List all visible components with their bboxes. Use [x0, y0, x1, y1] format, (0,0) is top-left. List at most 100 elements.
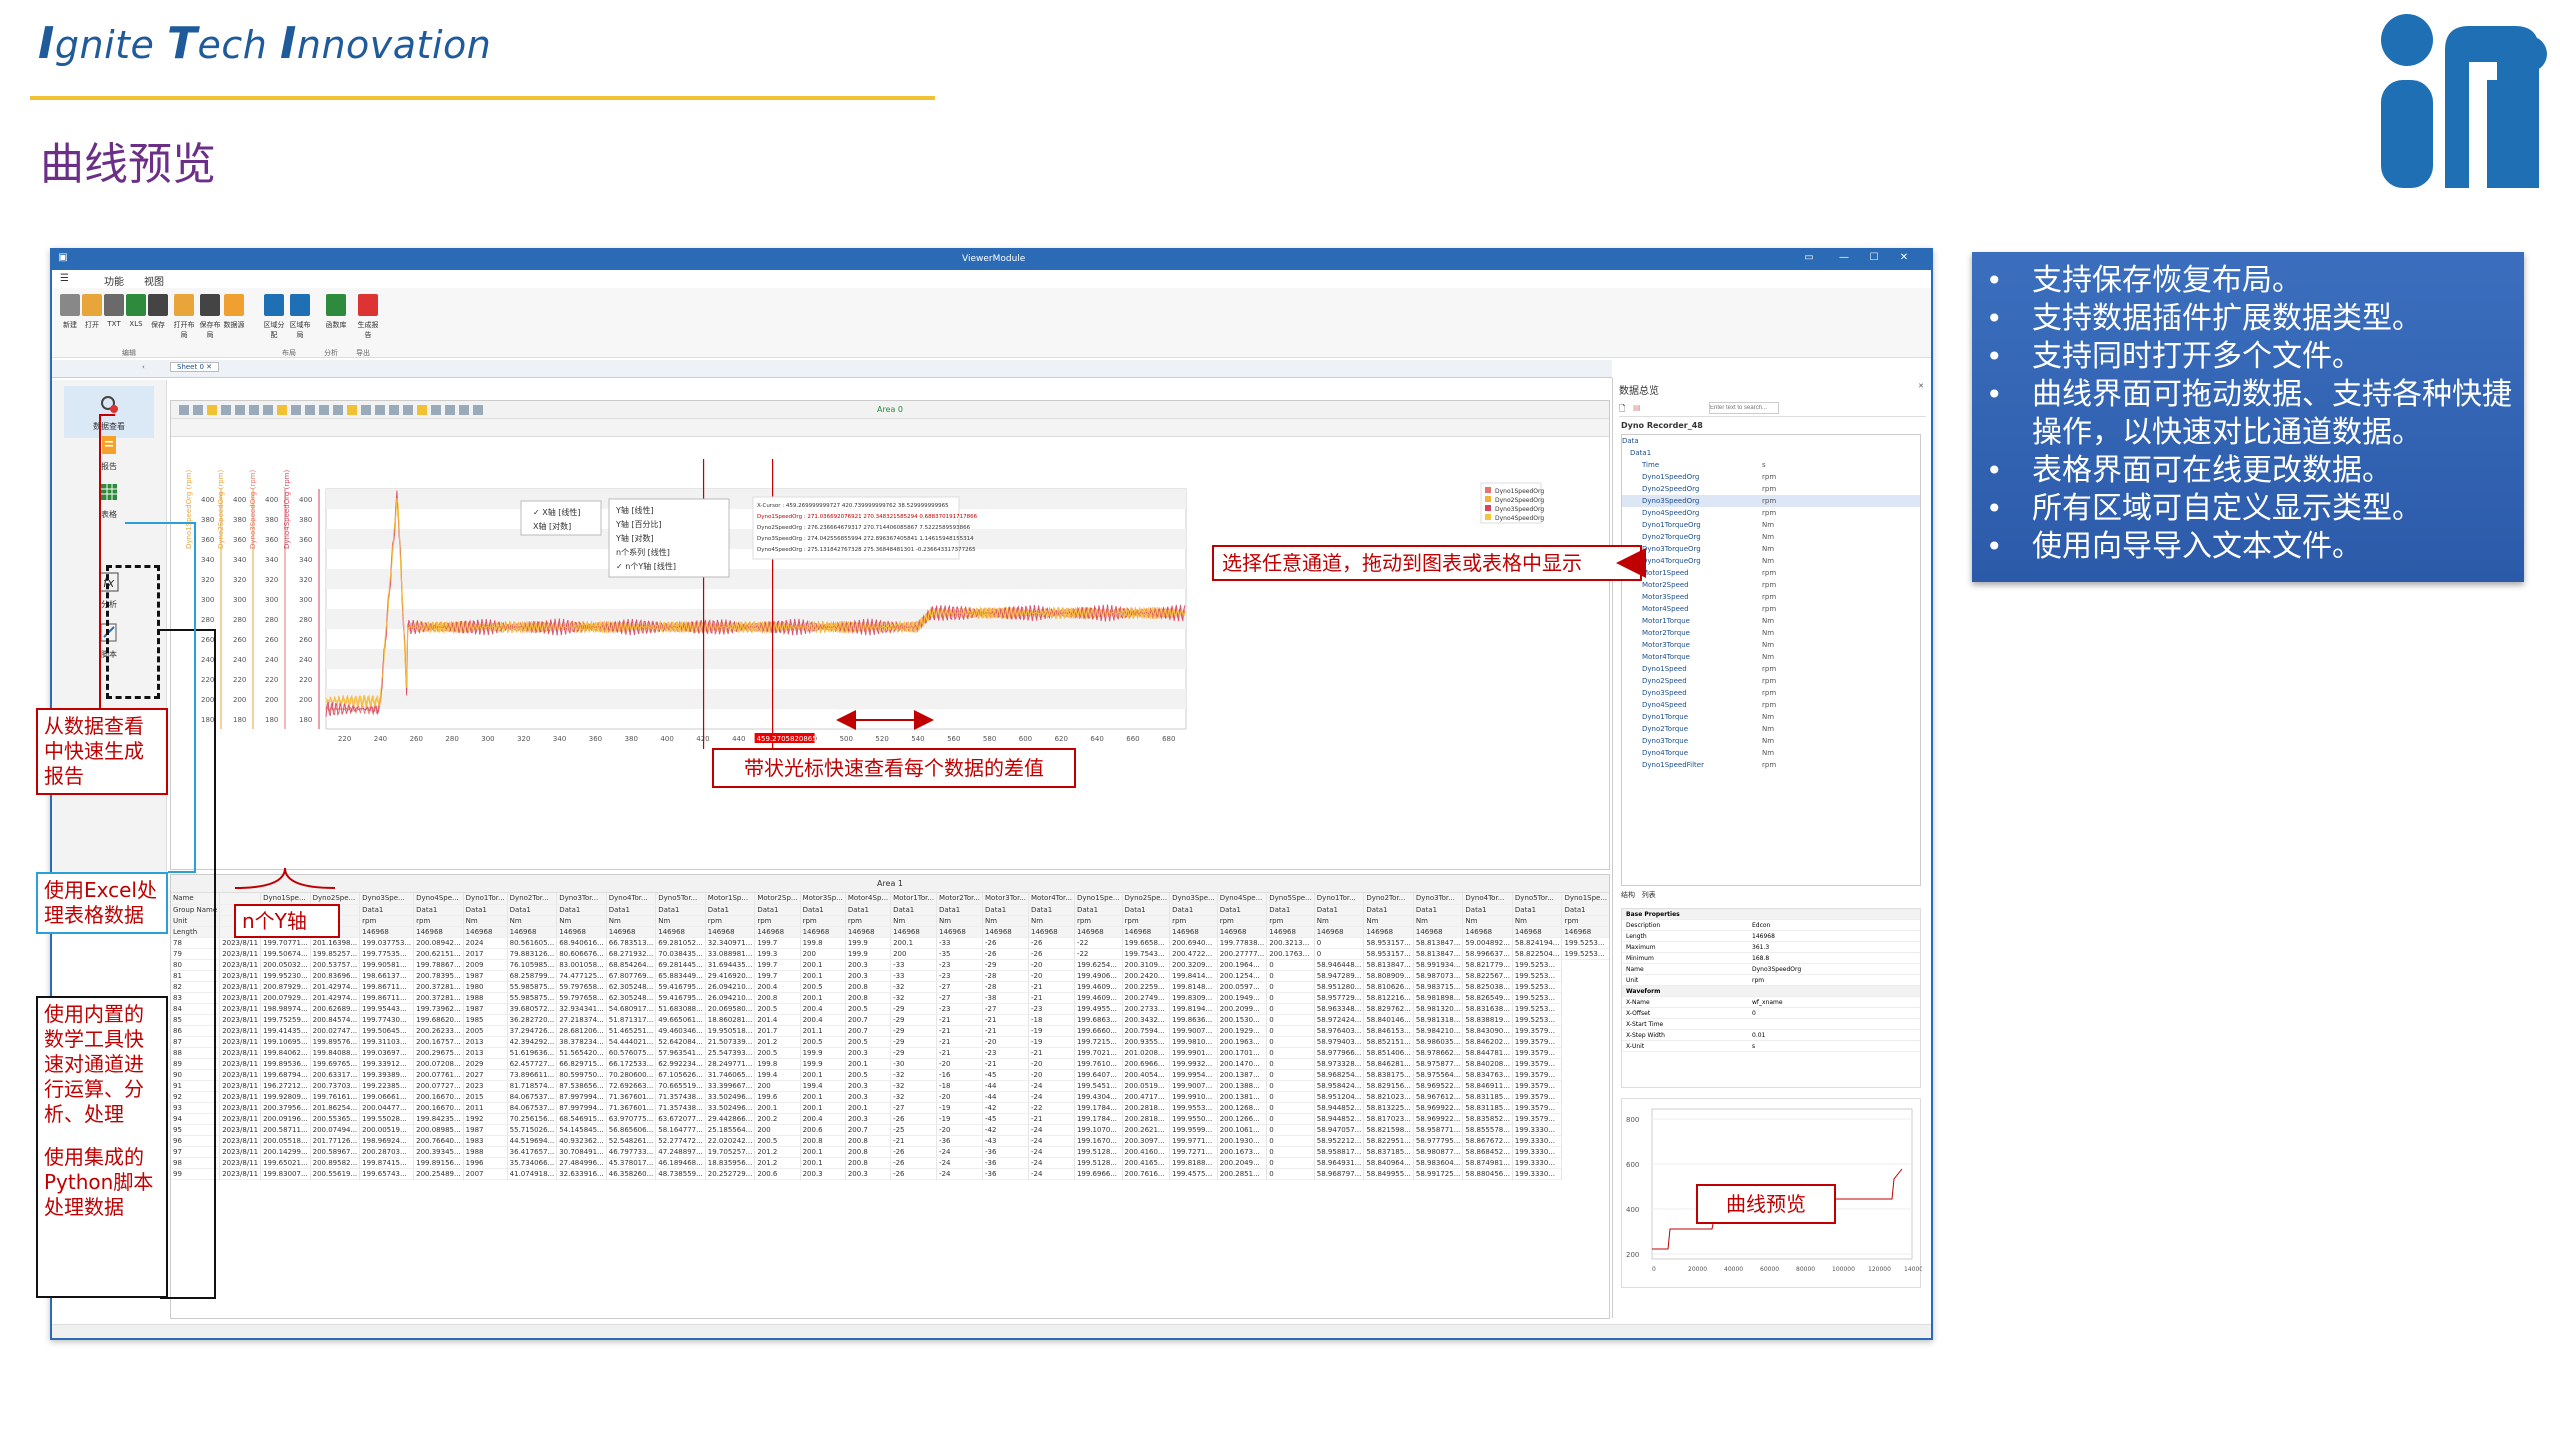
table-cell[interactable]: 199.6660... — [1074, 1025, 1123, 1037]
table-cell[interactable]: 198.98974... — [260, 1003, 311, 1015]
table-cell[interactable]: 58.964931... — [1314, 1157, 1365, 1169]
table-cell[interactable]: -23 — [1028, 1003, 1075, 1015]
table-cell[interactable]: 200.83696... — [310, 970, 361, 982]
table-cell[interactable]: 199.1784... — [1074, 1113, 1123, 1125]
table-cell[interactable]: 58.969922... — [1413, 1102, 1464, 1114]
table-row[interactable]: 87 2023/8/11 199.10695... 199.89576... 199.3… — [171, 1036, 1609, 1048]
table-cell[interactable]: 200.8 — [845, 1157, 892, 1169]
table-cell[interactable]: 58.987073... — [1413, 970, 1464, 982]
table-cell[interactable]: 200.1 — [800, 1069, 846, 1081]
table-cell[interactable]: 2023/8/11 — [219, 1036, 262, 1048]
table-cell[interactable]: 58.846281... — [1363, 1058, 1414, 1070]
table-cell[interactable]: 200.7 — [845, 1014, 892, 1026]
table-cell[interactable]: 200.5 — [845, 1069, 892, 1081]
table-cell[interactable]: 58.977966... — [1314, 1047, 1365, 1059]
table-cell[interactable]: 201.42974... — [310, 981, 361, 993]
table-cell[interactable]: Data1 — [1122, 904, 1171, 916]
maximize-button[interactable]: ☐ — [1867, 252, 1881, 266]
table-cell[interactable]: 26.094210... — [705, 981, 756, 993]
table-cell[interactable]: rpm — [1122, 915, 1171, 927]
menu-function[interactable]: 功能 — [104, 273, 124, 288]
table-cell[interactable]: 199.5128... — [1074, 1157, 1123, 1169]
table-cell[interactable]: 199.4304... — [1074, 1091, 1123, 1103]
table-cell[interactable]: -44 — [982, 1091, 1029, 1103]
table-cell[interactable]: Data1 — [1462, 904, 1513, 916]
table-cell[interactable]: 146968 — [890, 926, 938, 938]
table-cell[interactable]: 200.16670... — [413, 1102, 464, 1114]
table-cell[interactable]: 199.3579... — [1512, 1058, 1563, 1070]
table-cell[interactable]: Name — [171, 893, 221, 905]
table-cell[interactable]: 0 — [1266, 1157, 1315, 1169]
table-row[interactable]: 98 2023/8/11 199.65021... 200.89582... 199.8… — [171, 1157, 1609, 1169]
table-cell[interactable]: 201.2 — [754, 1146, 801, 1158]
table-cell[interactable]: 79.883126... — [507, 948, 558, 960]
table-cell[interactable]: 0 — [1266, 1124, 1315, 1136]
table-cell[interactable]: 2011 — [463, 1102, 508, 1114]
table-cell[interactable]: -26 — [982, 937, 1029, 949]
table-cell[interactable]: 200.9355... — [1122, 1036, 1171, 1048]
table-row[interactable]: 85 2023/8/11 199.75259... 200.84574... 199.7… — [171, 1014, 1609, 1026]
table-cell[interactable]: 200.3 — [845, 1091, 892, 1103]
tree-item[interactable]: Motor2Speed rpm — [1622, 579, 1920, 591]
tree-item[interactable]: Dyno1SpeedFilter rpm — [1622, 759, 1920, 771]
table-cell[interactable]: 58.953157... — [1363, 948, 1414, 960]
property-row[interactable]: Waveform — [1622, 986, 1920, 997]
table-cell[interactable]: 62.305248... — [606, 992, 657, 1004]
table-cell[interactable]: 146968 — [936, 926, 984, 938]
table-cell[interactable]: 146968 — [655, 926, 706, 938]
table-cell[interactable]: 58.825038... — [1462, 981, 1513, 993]
table-cell[interactable]: -22 — [1074, 948, 1123, 960]
table-cell[interactable]: rpm — [413, 915, 464, 927]
table-cell[interactable]: 32.633916... — [556, 1168, 607, 1180]
table-cell[interactable]: 58.867672... — [1462, 1135, 1513, 1147]
table-cell[interactable]: 200.1929... — [1217, 1025, 1268, 1037]
table-cell[interactable]: Dyno5Spe... — [1266, 893, 1315, 905]
table-cell[interactable]: 199.8194... — [1169, 1003, 1218, 1015]
table-cell[interactable]: 199.1784... — [1074, 1102, 1123, 1114]
table-cell[interactable]: 88 — [171, 1047, 221, 1059]
table-cell[interactable]: 199.6254... — [1074, 959, 1123, 971]
table-cell[interactable]: 199.7543... — [1122, 948, 1171, 960]
table-cell[interactable]: 82 — [171, 981, 221, 993]
table-cell[interactable]: 33.088981... — [705, 948, 756, 960]
table-row[interactable]: 79 2023/8/11 199.50674... 199.85257... 199.7… — [171, 948, 1609, 960]
table-cell[interactable]: 58.808909... — [1363, 970, 1414, 982]
table-cell[interactable]: 199.5253... — [1512, 959, 1563, 971]
table-cell[interactable]: -24 — [1028, 1157, 1075, 1169]
table-cell[interactable]: 59.004892... — [1462, 937, 1513, 949]
chart-tool-icon[interactable] — [221, 405, 231, 415]
table-cell[interactable]: 28.249771... — [705, 1058, 756, 1070]
table-cell[interactable]: 0 — [1266, 1058, 1315, 1070]
table-cell[interactable]: 58.849955... — [1363, 1168, 1414, 1180]
table-cell[interactable]: 200.3109... — [1122, 959, 1171, 971]
table-cell[interactable]: 45.378017... — [606, 1157, 657, 1169]
ribbon-btn-6[interactable]: 保存布局 — [198, 294, 222, 342]
table-cell[interactable]: 200.07727... — [413, 1080, 464, 1092]
chart-tool-icon[interactable] — [179, 405, 189, 415]
table-cell[interactable]: 1985 — [463, 1014, 508, 1026]
table-cell[interactable]: Nm — [655, 915, 706, 927]
table-cell[interactable]: -33 — [936, 937, 984, 949]
table-row[interactable]: Group Name Data1 Data1 Data1 Data1 Data1 Data1… — [171, 904, 1609, 916]
table-cell[interactable]: 200.3 — [845, 1168, 892, 1180]
table-row[interactable]: 84 2023/8/11 198.98974... 200.62689... 199.9… — [171, 1003, 1609, 1015]
table-cell[interactable]: 58.944852... — [1314, 1113, 1365, 1125]
table-cell[interactable]: 99 — [171, 1168, 221, 1180]
table-cell[interactable]: 70.256156... — [507, 1113, 558, 1125]
table-cell[interactable]: Dyno2Spe... — [1122, 893, 1171, 905]
table-cell[interactable]: 199.4 — [800, 1080, 846, 1092]
table-cell[interactable]: 199.68794... — [260, 1069, 311, 1081]
table-cell[interactable]: 199.3579... — [1512, 1047, 1563, 1059]
table-cell[interactable]: 94 — [171, 1113, 221, 1125]
table-cell[interactable]: 200.87929... — [260, 981, 311, 993]
table-cell[interactable]: 199.4 — [754, 1069, 801, 1081]
table-cell[interactable]: Data1 — [606, 904, 657, 916]
table-cell[interactable]: 200.08942... — [413, 937, 464, 949]
table-cell[interactable]: 58.838819... — [1462, 1014, 1513, 1026]
table-cell[interactable]: 200.5 — [845, 1003, 892, 1015]
table-cell[interactable]: -30 — [890, 1058, 938, 1070]
table-cell[interactable]: -33 — [890, 970, 938, 982]
table-cell[interactable]: 199.3330... — [1512, 1124, 1563, 1136]
table-cell[interactable]: 68.258799... — [507, 970, 558, 982]
table-cell[interactable]: 2023/8/11 — [219, 1102, 262, 1114]
